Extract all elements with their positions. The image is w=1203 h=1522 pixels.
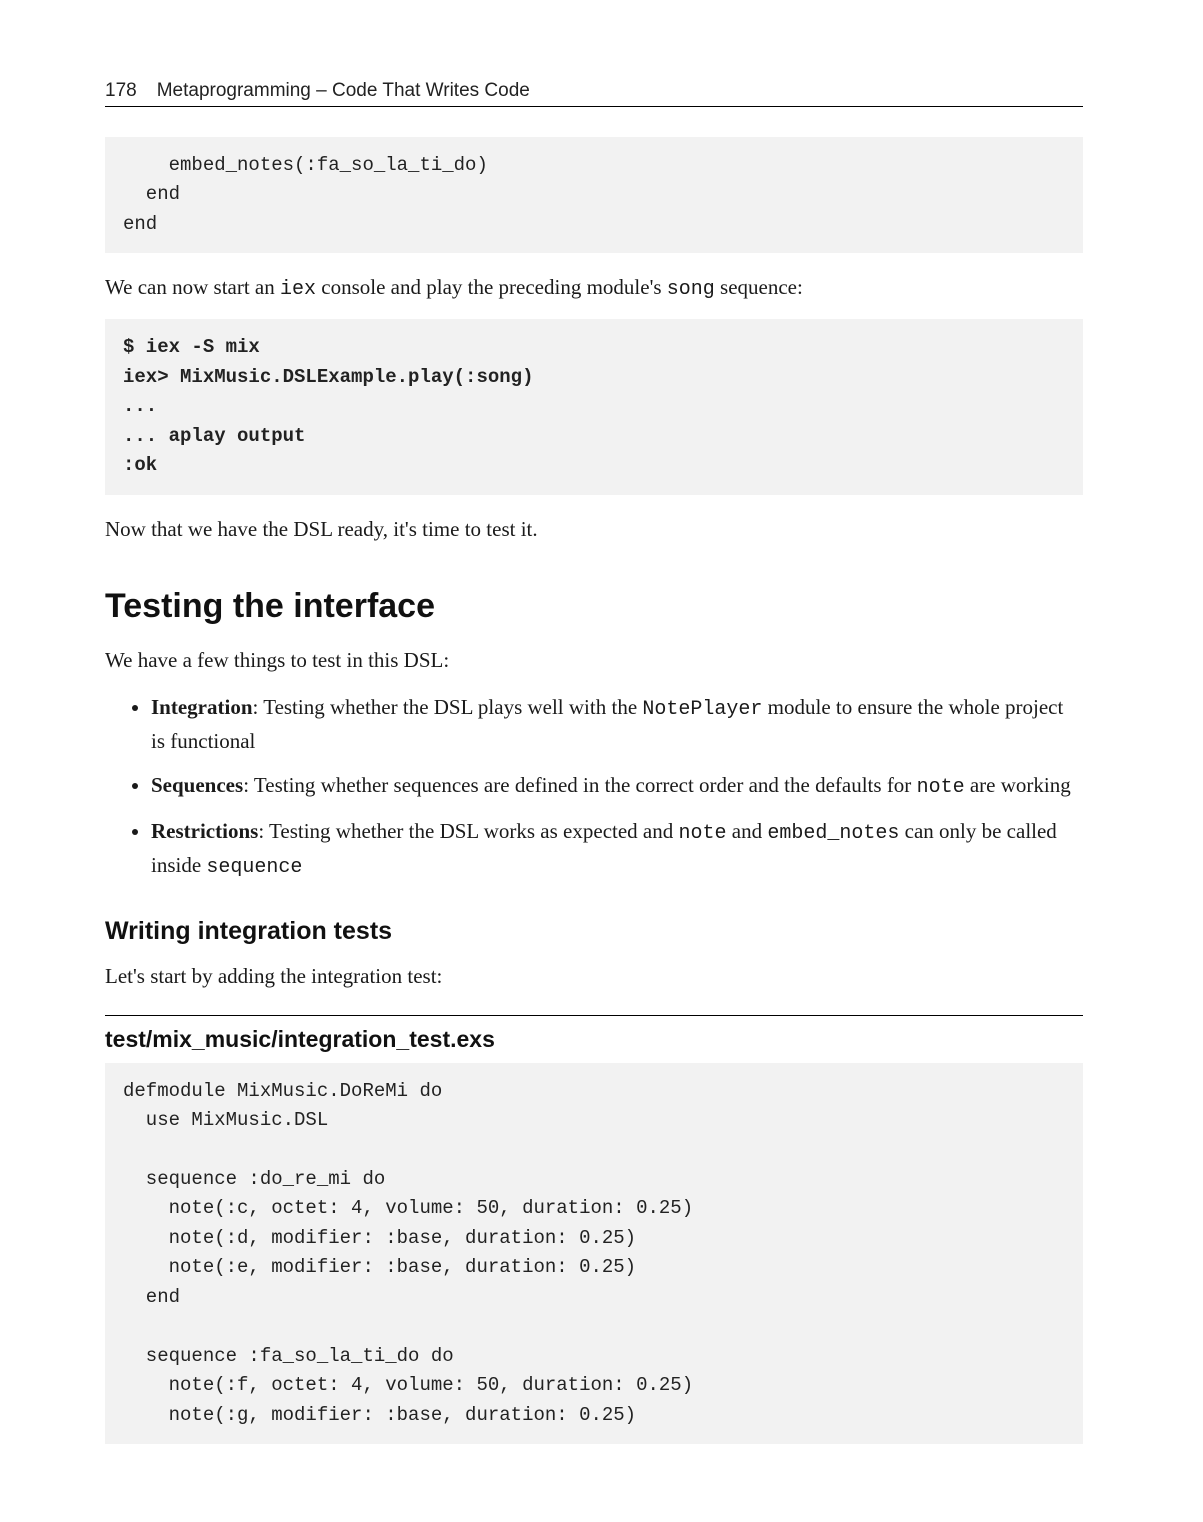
- text: : Testing whether sequences are defined …: [243, 773, 916, 797]
- list-item: Sequences: Testing whether sequences are…: [151, 769, 1083, 803]
- text: are working: [965, 773, 1071, 797]
- text: : Testing whether the DSL works as expec…: [258, 819, 678, 843]
- inline-code: note: [679, 822, 727, 845]
- code-block-3: defmodule MixMusic.DoReMi do use MixMusi…: [105, 1063, 1083, 1444]
- bullet-term: Integration: [151, 695, 253, 719]
- subsection-heading: Writing integration tests: [105, 917, 1083, 946]
- text: and: [727, 819, 768, 843]
- paragraph-1: We can now start an iex console and play…: [105, 271, 1083, 305]
- inline-code: embed_notes: [767, 822, 899, 845]
- file-header-rule: test/mix_music/integration_test.exs: [105, 1015, 1083, 1053]
- page-header: 178 Metaprogramming – Code That Writes C…: [105, 80, 1083, 107]
- paragraph-4: Let's start by adding the integration te…: [105, 960, 1083, 993]
- page-number: 178: [105, 80, 137, 102]
- list-item: Restrictions: Testing whether the DSL wo…: [151, 815, 1083, 883]
- inline-code: iex: [280, 278, 316, 301]
- section-heading: Testing the interface: [105, 587, 1083, 626]
- inline-code: song: [667, 278, 715, 301]
- bullet-list: Integration: Testing whether the DSL pla…: [105, 691, 1083, 884]
- text: : Testing whether the DSL plays well wit…: [253, 695, 643, 719]
- inline-code: NotePlayer: [642, 698, 762, 721]
- inline-code: note: [917, 776, 965, 799]
- chapter-title: Metaprogramming – Code That Writes Code: [157, 80, 530, 102]
- code-block-1: embed_notes(:fa_so_la_ti_do) end end: [105, 137, 1083, 253]
- inline-code: sequence: [206, 856, 302, 879]
- list-item: Integration: Testing whether the DSL pla…: [151, 691, 1083, 758]
- file-path-title: test/mix_music/integration_test.exs: [105, 1026, 1083, 1053]
- text: We can now start an: [105, 275, 280, 299]
- paragraph-2: Now that we have the DSL ready, it's tim…: [105, 513, 1083, 546]
- text: sequence:: [715, 275, 803, 299]
- paragraph-3: We have a few things to test in this DSL…: [105, 644, 1083, 677]
- bullet-term: Restrictions: [151, 819, 258, 843]
- code-block-2: $ iex -S mix iex> MixMusic.DSLExample.pl…: [105, 319, 1083, 494]
- bullet-term: Sequences: [151, 773, 243, 797]
- text: console and play the preceding module's: [316, 275, 667, 299]
